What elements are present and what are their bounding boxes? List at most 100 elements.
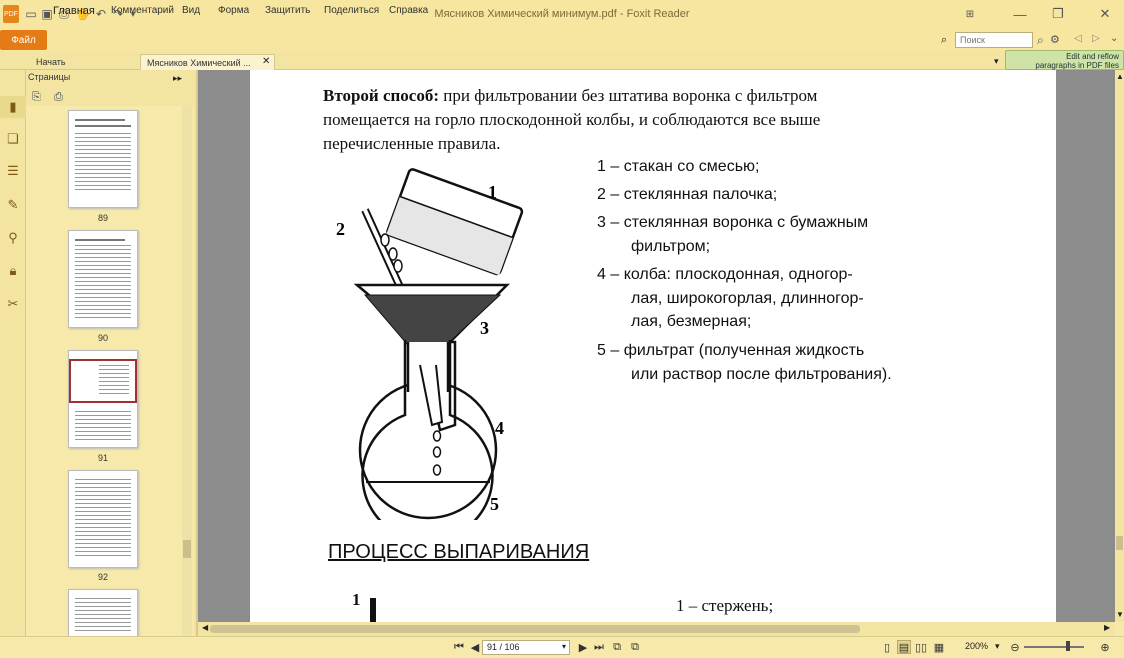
settings-icon[interactable]: ⚙ xyxy=(1050,33,1060,46)
thumbnail-label: 92 xyxy=(97,572,108,582)
legend-item-4-cont2: лая, безмерная; xyxy=(631,313,752,330)
scroll-right-icon[interactable]: ▶ xyxy=(1104,623,1110,632)
last-page-icon[interactable]: ⏭ xyxy=(592,640,606,654)
panel-collapse-icon[interactable]: ▸▸ xyxy=(173,73,182,84)
open-icon[interactable]: ▭ xyxy=(24,7,38,21)
next-view-icon[interactable]: ⧉ xyxy=(628,640,642,654)
comments-icon[interactable]: ✎ xyxy=(4,196,22,214)
tab-start[interactable]: Начать xyxy=(30,54,140,70)
restore-button[interactable]: ❐ xyxy=(1043,4,1073,24)
paragraph-bold: Второй способ: xyxy=(323,86,440,105)
first-page-icon[interactable]: ⏮ xyxy=(452,640,466,654)
tab-document[interactable]: Мясников Химический ... xyxy=(140,54,275,70)
zoom-out-icon[interactable]: ⊖ xyxy=(1008,640,1022,654)
scroll-up-icon[interactable]: ▲ xyxy=(1116,72,1124,81)
single-page-icon[interactable]: ▯ xyxy=(880,640,894,654)
security-lock-icon[interactable]: 🔒︎ xyxy=(4,262,22,280)
rod-shape xyxy=(370,598,376,622)
layers-icon[interactable]: ☰ xyxy=(4,162,22,180)
page-number-field[interactable]: 91 / 106 ▾ xyxy=(482,640,570,655)
vertical-scroll-thumb[interactable] xyxy=(1116,536,1123,550)
minimize-button[interactable]: — xyxy=(1005,4,1035,24)
page-thumbnail[interactable] xyxy=(68,110,138,208)
page-zoom-icon[interactable]: ⎙ xyxy=(54,91,63,104)
legend-item-4: 4 – колба: плоскодонная, одногор- xyxy=(597,266,853,283)
previous-view-icon[interactable]: ⧉ xyxy=(610,640,624,654)
undo-icon[interactable]: ↶ xyxy=(94,7,108,21)
continuous-facing-icon[interactable]: ▦ xyxy=(932,640,946,654)
figure-label-3: 3 xyxy=(480,318,489,338)
next-page-icon[interactable]: ▶ xyxy=(576,640,590,654)
paragraph-line-3: перечисленные правила. xyxy=(323,134,501,153)
paragraph-line-1: Второй способ: при фильтровании без штат… xyxy=(323,86,818,105)
edit-reflow-banner[interactable]: Edit and reflow paragraphs in PDF files xyxy=(1005,50,1124,70)
search-input[interactable] xyxy=(955,32,1033,48)
scroll-down-icon[interactable]: ▼ xyxy=(1116,610,1124,619)
menu-view[interactable]: Вид xyxy=(182,5,200,16)
facing-page-icon[interactable]: ▯▯ xyxy=(914,640,928,654)
panel-scroll-thumb[interactable] xyxy=(183,540,191,558)
file-menu-button[interactable]: Файл xyxy=(0,30,47,50)
page-dropdown-icon[interactable]: ▾ xyxy=(562,642,566,651)
section-heading: ПРОЦЕСС ВЫПАРИВАНИЯ xyxy=(328,541,590,563)
thumbnail-label: 91 xyxy=(97,453,108,463)
menu-comment[interactable]: Комментарий xyxy=(111,5,174,16)
paragraph-line-2: помещается на горло плоскодонной колбы, … xyxy=(323,110,821,129)
close-button[interactable]: ✕ xyxy=(1090,4,1120,24)
figure2-legend: 1 – стержень; xyxy=(676,596,774,615)
back-icon[interactable]: ◁ xyxy=(1074,33,1082,44)
page-thumbnail[interactable] xyxy=(68,589,138,638)
page-options-icon[interactable]: ⎘ xyxy=(32,91,41,104)
find-icon[interactable]: ⌕ xyxy=(941,34,947,47)
figure-label-1: 1 xyxy=(488,182,497,202)
figure-label-2: 2 xyxy=(336,219,345,239)
collapse-ribbon-icon[interactable]: ⌄ xyxy=(1110,33,1118,44)
search-icon[interactable]: ⌕ xyxy=(1037,33,1044,48)
app-logo-icon: PDF xyxy=(3,5,19,23)
menu-help[interactable]: Справка xyxy=(389,5,428,16)
menu-protect[interactable]: Защитить xyxy=(265,5,310,16)
legend-item-4-cont: лая, широкогорлая, длинногор- xyxy=(631,290,864,307)
legend-item-2: 2 – стеклянная палочка; xyxy=(597,186,778,203)
figure2-label-1: 1 xyxy=(352,590,361,609)
previous-page-icon[interactable]: ◀ xyxy=(468,640,482,654)
legend-item-5: 5 – фильтрат (полученная жидкость xyxy=(597,342,865,359)
close-tab-icon[interactable]: ✕ xyxy=(262,56,270,67)
filtration-diagram: 1 2 3 4 5 xyxy=(336,168,524,520)
legend-item-5-cont: или раствор после фильтрования). xyxy=(631,366,892,383)
menu-form[interactable]: Форма xyxy=(218,5,249,16)
zoom-slider[interactable] xyxy=(1024,646,1084,648)
page-thumbnail[interactable] xyxy=(68,230,138,328)
legend-item-3-cont: фильтром; xyxy=(631,238,711,255)
tools-icon[interactable]: ✂ xyxy=(4,295,22,313)
reflow-text: Edit and reflow paragraphs in PDF files xyxy=(1035,52,1119,70)
page-thumbnail-current[interactable] xyxy=(68,350,138,448)
legend-item-1: 1 – стакан со смесью; xyxy=(597,158,760,175)
scroll-left-icon[interactable]: ◀ xyxy=(202,623,208,632)
zoom-slider-handle[interactable] xyxy=(1066,641,1070,651)
page-number-value: 91 / 106 xyxy=(487,642,520,652)
panel-title: Страницы xyxy=(28,72,71,82)
zoom-level[interactable]: 200% xyxy=(965,641,988,651)
thumbnails-icon[interactable]: ❏ xyxy=(4,130,22,148)
figure-label-4: 4 xyxy=(495,418,504,438)
zoom-dropdown-icon[interactable]: ▾ xyxy=(995,641,1000,652)
beaker-shape xyxy=(386,168,524,276)
horizontal-scroll-thumb[interactable] xyxy=(210,625,860,633)
figure-label-5: 5 xyxy=(490,494,499,514)
menu-share[interactable]: Поделиться xyxy=(324,5,379,16)
menu-home[interactable]: Главная xyxy=(53,5,95,17)
forward-icon[interactable]: ▷ xyxy=(1092,33,1100,44)
page-thumbnail[interactable] xyxy=(68,470,138,568)
attachments-icon[interactable]: ⚲ xyxy=(4,229,22,247)
continuous-page-icon[interactable]: ▤ xyxy=(897,640,911,654)
pages-panel-icon[interactable]: ▮ xyxy=(4,98,22,116)
save-icon[interactable]: ▣ xyxy=(40,7,54,21)
legend-item-3: 3 – стеклянная воронка с бумажным xyxy=(597,214,869,231)
zoom-in-icon[interactable]: ⊕ xyxy=(1098,640,1112,654)
thumbnail-label: 89 xyxy=(97,213,108,223)
thumbnail-label: 90 xyxy=(97,333,108,343)
ribbon-options-icon[interactable]: ⊞ xyxy=(955,4,985,24)
tab-list-dropdown-icon[interactable]: ▾ xyxy=(994,56,999,67)
panel-scrollbar[interactable] xyxy=(182,106,192,638)
